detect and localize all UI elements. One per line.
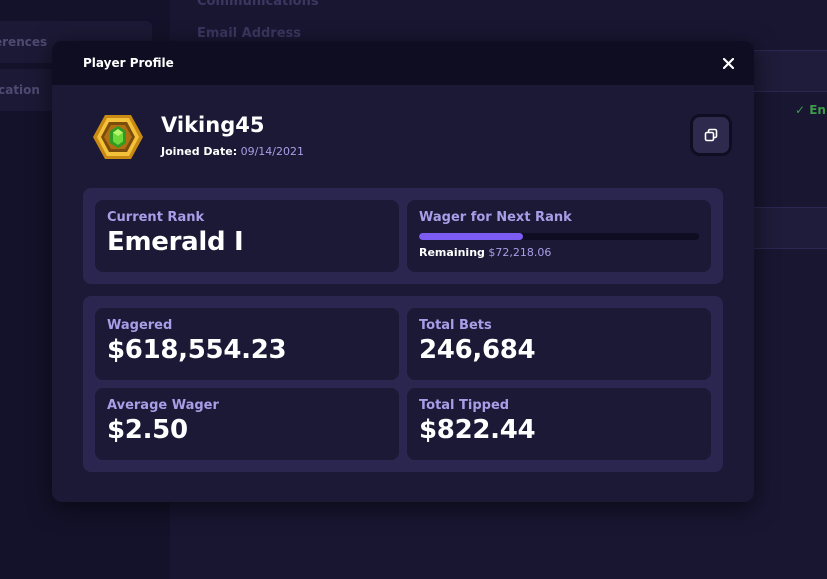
rank-panel: Current Rank Emerald I Wager for Next Ra… (83, 188, 723, 284)
stat-value: $822.44 (419, 415, 536, 445)
remaining-wager: Remaining $72,218.06 (419, 246, 699, 259)
stat-card-average-wager: Average Wager $2.50 (95, 388, 399, 460)
profile-summary: Viking45 Joined Date: 09/14/2021 (92, 113, 732, 165)
stat-label: Average Wager (107, 398, 219, 413)
joined-date: Joined Date: 09/14/2021 (161, 145, 304, 158)
current-rank-card: Current Rank Emerald I (95, 200, 399, 272)
stat-value: $618,554.23 (107, 335, 287, 365)
current-rank-value: Emerald I (107, 227, 244, 257)
email-field-label: Email Address (197, 26, 302, 41)
stat-card-total-tipped: Total Tipped $822.44 (407, 388, 711, 460)
stat-label: Total Tipped (419, 398, 510, 413)
stat-label: Wagered (107, 318, 173, 333)
next-rank-label: Wager for Next Rank (419, 210, 572, 225)
joined-date-label: Joined Date: (161, 145, 238, 158)
remaining-label: Remaining (419, 246, 485, 259)
emerald-hexagon-badge-icon (93, 115, 143, 159)
rank-progress-fill (419, 233, 523, 240)
close-icon (722, 57, 734, 69)
copy-icon (704, 128, 718, 142)
stats-panel: Wagered $618,554.23 Total Bets 246,684 A… (83, 296, 723, 472)
close-button[interactable] (718, 53, 738, 73)
stat-card-total-bets: Total Bets 246,684 (407, 308, 711, 380)
stat-value: 246,684 (419, 335, 536, 365)
current-rank-label: Current Rank (107, 210, 205, 225)
stat-card-wagered: Wagered $618,554.23 (95, 308, 399, 380)
section-heading: Communications (197, 0, 319, 9)
verified-status: ✓ En (795, 103, 826, 117)
player-profile-modal: Player Profile Viking45 Joined Date: 09/… (52, 41, 754, 502)
remaining-value: $72,218.06 (488, 246, 552, 259)
stat-value: $2.50 (107, 415, 188, 445)
copy-button[interactable] (690, 114, 732, 156)
next-rank-card: Wager for Next Rank Remaining $72,218.06 (407, 200, 711, 272)
modal-title: Player Profile (83, 56, 174, 70)
joined-date-value: 09/14/2021 (240, 145, 304, 158)
username: Viking45 (161, 113, 265, 137)
rank-progress-bar (419, 233, 699, 240)
stat-label: Total Bets (419, 318, 492, 333)
modal-header: Player Profile (52, 41, 754, 85)
